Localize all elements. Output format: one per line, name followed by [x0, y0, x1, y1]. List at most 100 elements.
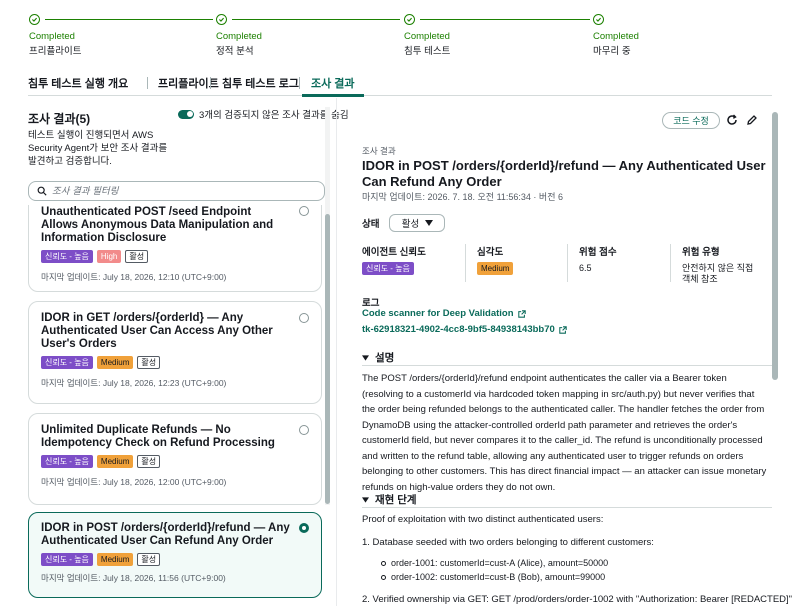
status-select-value: 활성	[401, 219, 420, 230]
confidence-badge: 신뢰도 - 높음	[41, 356, 93, 369]
check-circle-icon	[593, 14, 604, 25]
description-text: The POST /orders/{orderId}/refund endpoi…	[362, 373, 767, 493]
caret-down-icon	[425, 220, 434, 226]
kv-divider	[567, 244, 568, 282]
kv-key: 에이전트 신뢰도	[362, 247, 426, 258]
kv-divider	[670, 244, 671, 282]
repro-step-2: 2. Verified ownership via GET: GET /prod…	[362, 594, 793, 605]
tab-findings[interactable]: 조사 결과	[311, 75, 355, 91]
finding-badges: 신뢰도 - 높음 High 활성	[41, 250, 309, 263]
findings-filter-input[interactable]	[52, 185, 312, 197]
finding-title: IDOR in GET /orders/{orderId} — Any Auth…	[41, 312, 273, 350]
findings-filter[interactable]	[28, 181, 325, 201]
description-section-toggle[interactable]: 설명	[362, 350, 772, 365]
severity-badge: Medium	[96, 356, 134, 369]
task-id-link[interactable]: tk-62918321-4902-4cc8-9bf5-84938143bb70	[362, 324, 567, 335]
finding-card[interactable]: Unlimited Duplicate Refunds — No Idempot…	[28, 413, 322, 505]
section-divider	[362, 365, 772, 366]
external-link-icon	[517, 309, 526, 318]
findings-scrollbar-thumb[interactable]	[325, 214, 330, 504]
step-pentest: Completed 침투 테스트	[404, 14, 590, 57]
confidence-badge: 신뢰도 - 높음	[41, 250, 93, 263]
link-text: tk-62918321-4902-4cc8-9bf5-84938143bb70	[362, 324, 555, 335]
findings-panel: 조사 결과(5) 3개의 검증되지 않은 조사 결과를 숨김 테스트 실행이 진…	[0, 98, 349, 606]
detail-section-label: 조사 결과	[362, 146, 396, 156]
detail-scrollbar-thumb[interactable]	[772, 112, 778, 380]
finding-radio-selected[interactable]	[299, 523, 309, 533]
active-tab-indicator	[302, 94, 364, 97]
status-badge: 활성	[137, 356, 161, 369]
kv-severity: 심각도 Medium	[477, 244, 514, 275]
step-connector	[45, 19, 213, 20]
kv-key: 위험 유형	[682, 247, 720, 258]
finding-date: 마지막 업데이트: July 18, 2026, 12:23 (UTC+9:00…	[41, 378, 227, 388]
step-connector	[232, 19, 400, 20]
finding-date: 마지막 업데이트: July 18, 2026, 12:00 (UTC+9:00…	[41, 477, 227, 487]
caret-down-icon	[362, 496, 369, 503]
kv-value: Medium	[477, 262, 514, 275]
refresh-icon[interactable]	[725, 113, 739, 127]
edit-pencil-icon[interactable]	[745, 113, 759, 127]
step-name: 마무리 중	[593, 46, 631, 57]
section-title: 설명	[375, 352, 395, 364]
finding-date: 마지막 업데이트: July 18, 2026, 12:10 (UTC+9:00…	[41, 272, 227, 282]
confidence-badge: 신뢰도 - 높음	[41, 553, 93, 566]
check-circle-icon	[29, 14, 40, 25]
detail-title: IDOR in POST /orders/{orderId}/refund — …	[362, 158, 766, 189]
severity-badge: Medium	[477, 262, 514, 275]
link-text: Code scanner for Deep Validation	[362, 308, 514, 319]
finding-detail-panel: 코드 수정 조사 결과 IDOR in POST /orders/{orderI…	[337, 98, 800, 606]
check-circle-icon	[216, 14, 227, 25]
hide-unverified-toggle[interactable]: 3개의 검증되지 않은 조사 결과를 숨김	[178, 107, 349, 121]
severity-badge: High	[96, 250, 122, 263]
tab-pentest-log[interactable]: 침투 테스트 로그	[222, 75, 299, 91]
kv-key: 심각도	[477, 247, 504, 258]
repro-section-toggle[interactable]: 재현 단계	[362, 492, 772, 507]
fix-code-button[interactable]: 코드 수정	[662, 112, 720, 129]
repro-sub-item: order-1001: customerId=cust-A (Alice), a…	[381, 558, 608, 568]
finding-badges: 신뢰도 - 높음 Medium 활성	[41, 553, 309, 566]
kv-value: 안전하지 않은 직접 객체 참조	[682, 263, 754, 284]
progress-stepper: Completed 프리플라이트 Completed 정적 분석 Complet…	[0, 0, 800, 66]
step-static-analysis: Completed 정적 분석	[216, 14, 400, 57]
finding-card-selected[interactable]: IDOR in POST /orders/{orderId}/refund — …	[28, 512, 322, 598]
finding-title: IDOR in POST /orders/{orderId}/refund — …	[41, 522, 290, 547]
finding-card[interactable]: Unauthenticated POST /seed Endpoint Allo…	[28, 205, 322, 292]
finding-radio[interactable]	[299, 425, 309, 435]
step-status: Completed	[216, 31, 262, 42]
external-link-icon	[559, 325, 567, 334]
finding-date: 마지막 업데이트: July 18, 2026, 11:56 (UTC+9:00…	[41, 573, 226, 583]
severity-badge: Medium	[96, 455, 134, 468]
status-row: 상태 활성	[362, 214, 446, 232]
detail-meta: 마지막 업데이트: 2026. 7. 18. 오전 11:56:34 · 버전 …	[362, 192, 563, 202]
finding-radio[interactable]	[299, 313, 309, 323]
confidence-badge: 신뢰도 - 높음	[41, 455, 93, 468]
repro-intro: Proof of exploitation with two distinct …	[362, 514, 604, 525]
code-scanner-link[interactable]: Code scanner for Deep Validation	[362, 308, 526, 319]
step-name: 침투 테스트	[404, 46, 451, 57]
step-preflight: Completed 프리플라이트	[29, 14, 213, 57]
step-finalizing: Completed 마무리 중	[593, 14, 639, 57]
kv-risk-type: 위험 유형 안전하지 않은 직접 객체 참조	[682, 244, 757, 285]
step-name: 정적 분석	[216, 46, 254, 57]
status-badge: 활성	[137, 455, 161, 468]
toggle-switch[interactable]	[178, 109, 194, 119]
kv-risk-score: 위험 점수 6.5	[579, 244, 617, 274]
repro-sub-item: order-1002: customerId=cust-B (Bob), amo…	[381, 572, 605, 582]
bullet-icon	[381, 561, 386, 566]
caret-down-icon	[362, 354, 369, 361]
kv-confidence: 에이전트 신뢰도 신뢰도 - 높음	[362, 244, 426, 275]
repro-step-1: 1. Database seeded with two orders belon…	[362, 537, 654, 548]
findings-title: 조사 결과(5)	[28, 112, 91, 126]
status-select[interactable]: 활성	[389, 214, 446, 232]
kv-divider	[465, 244, 466, 282]
step-status: Completed	[593, 31, 639, 42]
findings-description: 테스트 실행이 진행되면서 AWS Security Agent가 보안 조사 …	[28, 130, 168, 167]
finding-badges: 신뢰도 - 높음 Medium 활성	[41, 356, 309, 369]
tab-divider	[147, 77, 148, 89]
finding-title: Unlimited Duplicate Refunds — No Idempot…	[41, 424, 275, 449]
tab-bar: 침투 테스트 실행 개요 프리플라이트 침투 테스트 로그 조사 결과	[28, 70, 772, 97]
finding-radio[interactable]	[299, 206, 309, 216]
finding-card[interactable]: IDOR in GET /orders/{orderId} — Any Auth…	[28, 301, 322, 404]
tab-overview[interactable]: 침투 테스트 실행 개요	[28, 75, 128, 91]
